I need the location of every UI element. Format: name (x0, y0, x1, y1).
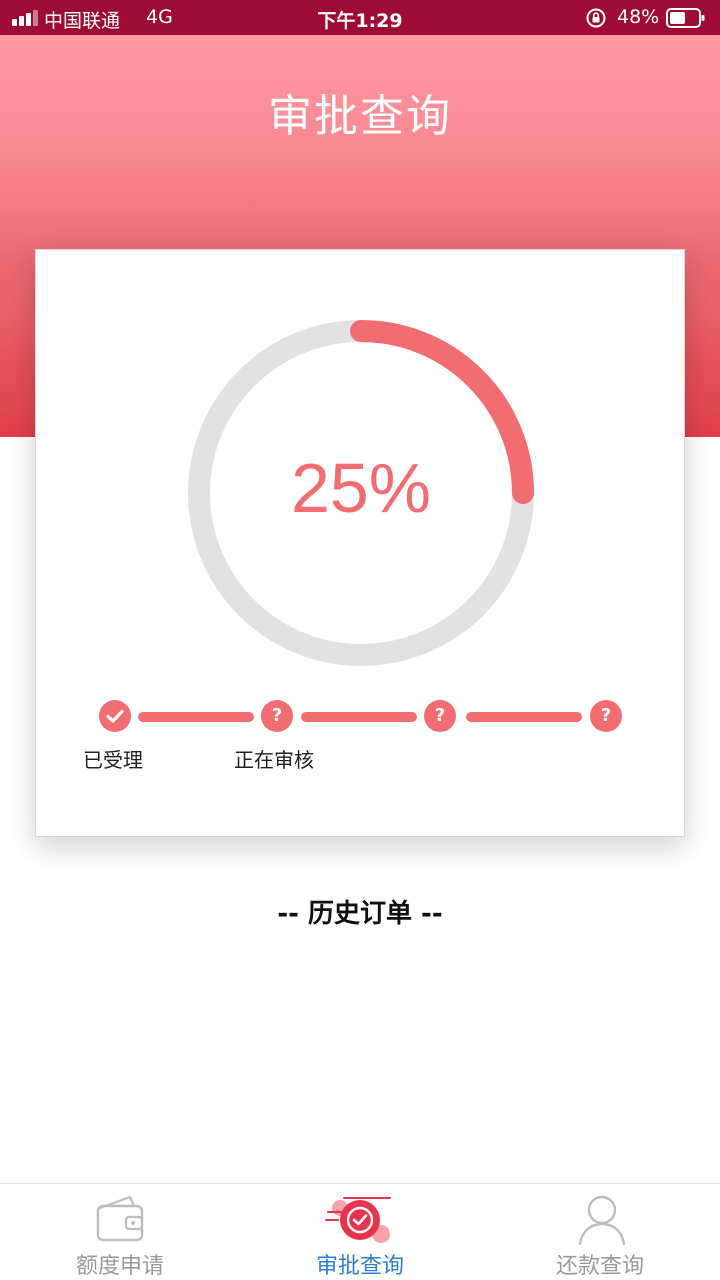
battery-percent: 48% (617, 6, 660, 28)
bottom-tab-bar: 额度申请 审批查询 还款查询 (0, 1183, 720, 1280)
tab-quota-apply[interactable]: 额度申请 (0, 1184, 240, 1280)
tab-label: 额度申请 (75, 1254, 164, 1279)
tab-repayment-query[interactable]: 还款查询 (480, 1184, 720, 1280)
tab-label: 审批查询 (315, 1254, 404, 1279)
step-pending-question-icon: ? (590, 700, 622, 732)
user-icon (578, 1195, 626, 1246)
history-orders-title: -- 历史订单 -- (277, 899, 443, 929)
step-label-accepted: 已受理 (83, 748, 143, 772)
approval-check-icon (325, 1197, 391, 1243)
wallet-icon (96, 1195, 144, 1242)
orientation-lock-icon (586, 8, 606, 28)
battery-icon (666, 8, 705, 28)
step-pending-question-icon: ? (424, 700, 456, 732)
step-connector (138, 712, 254, 722)
approval-steps: ? ? ? 已受理 正在审核 (36, 700, 686, 780)
step-done-check-icon (99, 700, 131, 732)
tab-label: 还款查询 (555, 1254, 644, 1279)
approval-progress-card: 25% ? ? ? 已受理 正在审核 (35, 249, 685, 837)
tab-approval-query[interactable]: 审批查询 (240, 1184, 480, 1280)
step-label-reviewing: 正在审核 (234, 748, 314, 772)
page-title: 审批查询 (268, 91, 452, 142)
step-pending-question-icon: ? (261, 700, 293, 732)
step-connector (466, 712, 582, 722)
check-icon (106, 709, 124, 723)
step-connector (301, 712, 417, 722)
clock: 下午1:29 (317, 10, 403, 32)
status-bar: 中国联通 4G 下午1:29 48% (0, 0, 720, 35)
progress-percent: 25% (290, 449, 432, 527)
